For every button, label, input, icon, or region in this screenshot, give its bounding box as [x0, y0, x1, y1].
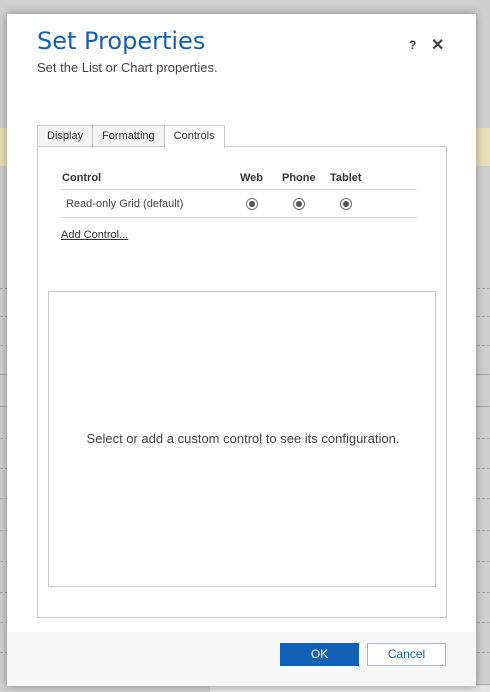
- configuration-message: Select or add a custom control to see it…: [86, 431, 400, 446]
- controls-panel: Control Web Phone Tablet Read-only Grid …: [37, 146, 447, 618]
- column-header-control: Control: [62, 172, 102, 184]
- phone-radio[interactable]: [293, 198, 305, 210]
- tablet-radio[interactable]: [340, 198, 352, 210]
- table-row[interactable]: Read-only Grid (default): [61, 190, 417, 218]
- tab-controls[interactable]: Controls: [163, 125, 225, 148]
- controls-grid: Control Web Phone Tablet Read-only Grid …: [61, 167, 417, 218]
- tab-formatting[interactable]: Formatting: [92, 125, 165, 147]
- web-radio[interactable]: [246, 198, 258, 210]
- tab-display[interactable]: Display: [37, 125, 94, 147]
- tab-bar: Display Formatting Controls: [37, 125, 225, 148]
- dialog-subtitle: Set the List or Chart properties.: [37, 60, 218, 75]
- close-icon[interactable]: ✕: [431, 35, 444, 55]
- dialog-title: Set Properties: [37, 27, 206, 55]
- control-configuration-area: Select or add a custom control to see it…: [48, 291, 436, 587]
- column-header-phone: Phone: [282, 172, 316, 184]
- cancel-button[interactable]: Cancel: [367, 643, 446, 666]
- grid-header-row: Control Web Phone Tablet: [61, 167, 417, 190]
- column-header-tablet: Tablet: [330, 172, 362, 184]
- control-name: Read-only Grid (default): [66, 198, 184, 210]
- dialog-footer: OK Cancel: [7, 632, 476, 686]
- ok-button[interactable]: OK: [280, 643, 359, 666]
- add-control-link[interactable]: Add Control...: [61, 229, 128, 241]
- column-header-web: Web: [240, 172, 264, 184]
- help-icon[interactable]: ?: [409, 38, 416, 52]
- set-properties-dialog: Set Properties Set the List or Chart pro…: [7, 14, 476, 686]
